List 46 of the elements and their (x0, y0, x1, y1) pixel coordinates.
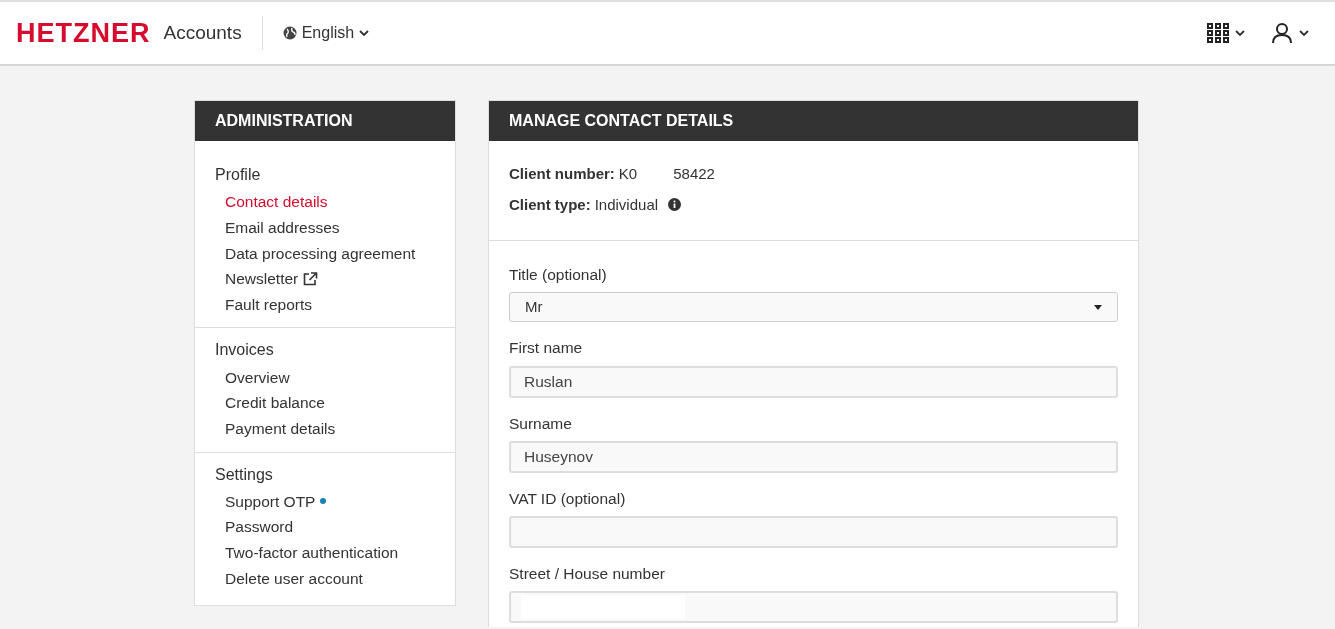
globe-icon (282, 26, 297, 40)
section-heading: Profile (215, 165, 261, 185)
nav-link[interactable]: Email addresses (225, 214, 340, 241)
apps-menu-button[interactable] (1207, 23, 1245, 43)
input-field[interactable]: Ruslan (509, 365, 1118, 398)
field-label: Title (optional) (509, 265, 607, 285)
input-field[interactable] (509, 591, 1118, 624)
nav-link[interactable]: Delete user account (225, 565, 363, 592)
panel-title: ADMINISTRATION (195, 101, 455, 141)
nav-link[interactable]: Payment details (225, 415, 336, 442)
external-link-icon (303, 271, 319, 286)
input-field[interactable] (509, 516, 1118, 548)
field-label: First name (509, 338, 583, 359)
field-label: Client type: (509, 194, 591, 215)
client-type-value: Individual (594, 194, 659, 215)
chevron-down-icon (1299, 30, 1309, 36)
client-number-value: 58422 (673, 164, 715, 184)
field-label: Street / House number (509, 564, 665, 584)
title-select[interactable]: Mr (509, 292, 1118, 323)
chevron-down-icon (359, 30, 370, 36)
nav-link[interactable]: Overview (225, 364, 290, 391)
product-name: Accounts (163, 20, 242, 45)
brand-logo[interactable]: HETZNER (16, 19, 151, 47)
client-number-value: K0 (618, 164, 638, 184)
nav-link[interactable]: Newsletter (225, 266, 319, 292)
nav-link[interactable]: Support OTP (225, 488, 327, 515)
nav-link[interactable]: Credit balance (225, 390, 325, 416)
language-selector[interactable]: English (282, 21, 370, 45)
nav-link[interactable]: Data processing agreement (225, 240, 416, 267)
nav-link[interactable]: Fault reports (225, 291, 312, 318)
panel-title: MANAGE CONTACT DETAILS (489, 101, 1138, 141)
input-field[interactable]: Huseynov (509, 440, 1118, 473)
nav-link[interactable]: Contact details (225, 189, 328, 215)
nav-link[interactable]: Password (225, 514, 294, 540)
user-icon (1271, 22, 1293, 44)
section-heading: Invoices (215, 340, 274, 361)
field-label: Client number: (509, 164, 615, 184)
field-label: Surname (509, 413, 572, 434)
grid-icon (1207, 23, 1229, 43)
info-icon[interactable] (668, 198, 682, 212)
section-heading: Settings (215, 464, 273, 485)
field-label: VAT ID (optional) (509, 488, 626, 509)
caret-icon (1094, 304, 1102, 310)
nav-link[interactable]: Two-factor authentication (225, 539, 399, 566)
chevron-down-icon (1235, 30, 1245, 36)
user-menu-button[interactable] (1271, 22, 1309, 44)
